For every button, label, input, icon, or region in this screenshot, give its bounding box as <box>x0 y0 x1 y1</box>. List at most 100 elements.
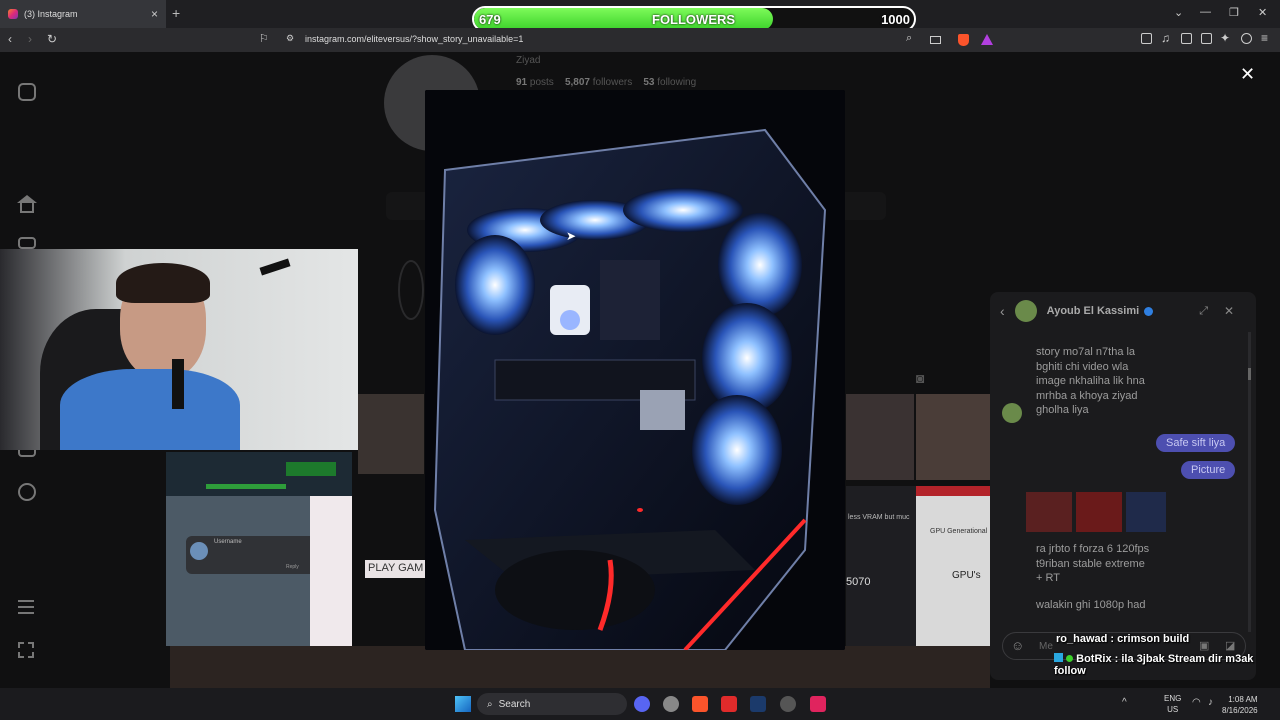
chat-scrollbar-thumb[interactable] <box>1248 368 1251 380</box>
followers-current: 679 <box>479 12 501 27</box>
close-chat-icon[interactable]: ✕ <box>1224 304 1234 318</box>
message-line: image nkhaliha lik hna <box>1036 375 1145 387</box>
discord-icon[interactable] <box>634 696 650 712</box>
botrix-logo-icon <box>1054 653 1063 662</box>
shared-image-1[interactable] <box>1026 492 1072 532</box>
incoming-message-3: walakin ghi 1080p had <box>1036 599 1146 611</box>
minimize-icon[interactable]: — <box>1200 6 1211 18</box>
tagged-tab-icon[interactable]: ◙ <box>916 370 924 386</box>
image-attach-icon[interactable]: ▣ <box>1199 639 1209 652</box>
highlight-circle[interactable] <box>398 260 424 320</box>
sticker-icon[interactable]: ◪ <box>1225 639 1235 652</box>
system-clock[interactable]: 1:08 AM 8/16/2026 <box>1222 694 1258 716</box>
vpn-icon[interactable] <box>1241 33 1252 44</box>
thumb-green-button <box>286 462 336 476</box>
address-bar-row: ‹ › ↻ ⚐ ⚙ instagram.com/eliteversus/?sho… <box>0 28 1280 52</box>
incoming-message-2: ra jrbto f forza 6 120fps t9riban stable… <box>1036 542 1149 586</box>
cast-icon[interactable] <box>930 36 941 44</box>
message-line: t9riban stable extreme <box>1036 557 1145 570</box>
language-indicator[interactable]: ENG US <box>1164 693 1181 715</box>
close-story-button[interactable]: ✕ <box>1240 64 1255 85</box>
bookmark-icon[interactable]: ⚐ <box>259 32 269 45</box>
forward-icon[interactable]: › <box>28 32 32 46</box>
maximize-icon[interactable]: ❐ <box>1229 6 1239 19</box>
taskbar-search-label: Search <box>498 698 531 710</box>
stream-chat-user: ro_hawad <box>1056 633 1108 645</box>
contact-avatar[interactable] <box>1014 300 1037 322</box>
grid-thumb-3[interactable] <box>846 394 914 480</box>
outgoing-message: Picture <box>1181 461 1236 479</box>
tab-list-chevron-icon[interactable]: ⌄ <box>1174 6 1183 19</box>
volume-icon[interactable]: ♪ <box>1208 697 1213 708</box>
reload-icon[interactable]: ↻ <box>47 32 57 46</box>
close-window-icon[interactable]: ✕ <box>1258 6 1267 19</box>
shared-image-2[interactable] <box>1076 492 1122 532</box>
grid-thumb-4[interactable] <box>916 394 990 480</box>
mouse-cursor-icon: ➤ <box>566 229 577 243</box>
brave-browser-icon[interactable] <box>692 696 708 712</box>
following-label[interactable]: following <box>657 77 696 88</box>
followers-count[interactable]: 5,807 <box>565 77 590 88</box>
grid-thumb-hand[interactable] <box>310 496 352 646</box>
wallet-icon[interactable] <box>1201 33 1212 44</box>
steam-icon[interactable] <box>750 696 766 712</box>
profile-name: Ziyad <box>516 55 541 66</box>
grid-thumb-gpu[interactable]: GPU Generational GPU's <box>916 486 990 646</box>
media-icon[interactable]: ♫ <box>1161 31 1170 45</box>
price-thumb-text: 5070 <box>846 576 871 588</box>
vram-thumb-text: less VRAM but muc <box>848 514 910 521</box>
story-image-pc-build <box>425 90 845 650</box>
message-line: bghiti chi video wla <box>1036 360 1129 373</box>
stream-chat-user: BotRix <box>1076 653 1112 665</box>
tab-instagram[interactable]: (3) Instagram × <box>0 0 166 28</box>
extensions-icon[interactable] <box>1141 33 1152 44</box>
shared-image-3[interactable] <box>1126 492 1166 532</box>
sidebar-icon[interactable] <box>1181 33 1192 44</box>
zoom-icon[interactable]: ⌕ <box>906 32 912 45</box>
tray-overflow-icon[interactable]: ^ <box>1122 697 1127 708</box>
emoji-icon[interactable]: ☺ <box>1011 638 1024 653</box>
followers-label: FOLLOWERS <box>652 12 736 27</box>
reels-icon[interactable] <box>18 237 36 249</box>
grid-thumb-1[interactable] <box>166 452 352 496</box>
grid-thumb-row-bottom[interactable] <box>170 646 990 688</box>
play-game-thumb-text: PLAY GAM <box>365 560 425 578</box>
obs-icon[interactable] <box>780 696 796 712</box>
taskbar-search[interactable]: ⌕ Search <box>477 693 627 715</box>
grid-thumb-comment[interactable]: Username Reply <box>166 496 336 646</box>
brave-shield-icon[interactable] <box>958 34 969 46</box>
also-from-meta-icon[interactable] <box>18 642 34 658</box>
chat-back-icon[interactable]: ‹ <box>1000 303 1005 319</box>
adobe-icon[interactable] <box>721 696 737 712</box>
site-info-icon[interactable]: ⚙ <box>286 33 294 44</box>
url-text[interactable]: instagram.com/eliteversus/?show_story_un… <box>305 34 523 44</box>
followers-label[interactable]: followers <box>593 77 632 88</box>
gpu-thumb-short: GPU's <box>952 570 981 581</box>
dm-chat-panel: ‹ Ayoub El Kassimi ⤢ ✕ story mo7al n7tha… <box>990 292 1256 680</box>
brave-rewards-icon[interactable] <box>981 34 993 45</box>
leo-ai-icon[interactable]: ✦ <box>1220 31 1230 45</box>
home-icon[interactable] <box>17 195 37 203</box>
grid-thumb-2[interactable] <box>358 394 424 474</box>
instagram-favicon-icon <box>8 9 18 19</box>
contact-name[interactable]: Ayoub El Kassimi <box>1047 305 1140 317</box>
profile-stats: 91 posts 5,807 followers 53 following <box>516 77 696 88</box>
grid-thumb-5[interactable]: less VRAM but muc 5070 <box>846 486 916 646</box>
new-tab-button[interactable]: + <box>172 5 180 21</box>
menu-icon[interactable]: ≡ <box>1261 31 1268 45</box>
story-viewer[interactable]: ➤ <box>425 90 845 650</box>
wifi-icon[interactable]: ◠ <box>1192 697 1201 708</box>
gpu-thumb-banner <box>916 486 990 496</box>
tiktok-icon[interactable] <box>810 696 826 712</box>
chatgpt-icon[interactable] <box>663 696 679 712</box>
instagram-logo-icon[interactable] <box>18 83 36 101</box>
bot-badge-icon <box>1066 655 1074 662</box>
streamer-shirt <box>60 369 240 450</box>
back-icon[interactable]: ‹ <box>8 32 12 46</box>
close-tab-icon[interactable]: × <box>151 7 158 21</box>
start-menu-icon[interactable] <box>455 696 471 712</box>
following-count[interactable]: 53 <box>643 77 654 88</box>
profile-avatar-icon[interactable] <box>18 483 36 501</box>
stream-chat-line-1: ro_hawad : crimson build <box>1056 633 1189 645</box>
expand-chat-icon[interactable]: ⤢ <box>1199 305 1208 318</box>
